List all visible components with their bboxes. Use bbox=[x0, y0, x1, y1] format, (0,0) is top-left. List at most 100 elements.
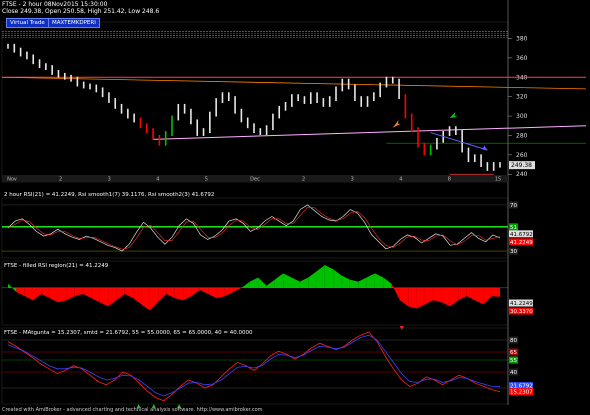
x-tick-label: 8 bbox=[448, 177, 451, 183]
filled-rsi-segment bbox=[174, 287, 184, 301]
filled-rsi-segment bbox=[449, 287, 459, 307]
filled-rsi-segment bbox=[41, 287, 50, 299]
signal-arrow-orange bbox=[392, 119, 401, 128]
filled-rsi-segment bbox=[91, 287, 100, 303]
filled-rsi-segment bbox=[349, 279, 359, 288]
filled-rsi-segment bbox=[291, 277, 300, 288]
filled-rsi-title: FTSE - filled RSI region(21) = 41.2249 bbox=[4, 263, 109, 269]
filled-rsi-segment bbox=[108, 287, 117, 307]
oscillator-title: FTSE - MAtgunta = 15.2307, smtd = 21.679… bbox=[4, 330, 253, 336]
signal-arrow-green bbox=[449, 112, 458, 118]
filled-rsi-value-label: 30.3370 bbox=[510, 309, 533, 315]
y-tick-label: 280 bbox=[516, 132, 528, 139]
panel-frame bbox=[1, 197, 509, 259]
filled-rsi-segment bbox=[74, 287, 84, 297]
filled-rsi-segment bbox=[166, 287, 175, 299]
y-tick-label: 360 bbox=[516, 55, 528, 62]
ohlc-readout: Close 249.38, Open 250.58, High 251.42, … bbox=[2, 8, 160, 15]
y-tick-label: 240 bbox=[516, 171, 528, 178]
x-tick-label: 4 bbox=[399, 177, 402, 183]
x-tick-label: Nov bbox=[7, 177, 17, 183]
filled-rsi-segment bbox=[316, 265, 325, 288]
oscillator-smooth-line bbox=[7, 334, 501, 397]
filled-rsi-segment bbox=[16, 287, 25, 297]
filled-rsi-segment bbox=[124, 287, 134, 299]
filled-rsi-segment bbox=[58, 287, 67, 303]
oscillator-level-label: 65 bbox=[510, 350, 517, 356]
filled-rsi-segment bbox=[324, 265, 334, 288]
filled-rsi-segment bbox=[333, 269, 342, 288]
rsi-level-label: 70 bbox=[510, 203, 517, 209]
filled-rsi-segment bbox=[224, 287, 234, 297]
filled-rsi-segment bbox=[458, 287, 467, 301]
filled-rsi-segment bbox=[49, 287, 59, 303]
filled-rsi-segment bbox=[391, 283, 400, 301]
filled-rsi-segment bbox=[399, 287, 409, 307]
filled-rsi-segment bbox=[216, 287, 225, 299]
filled-rsi-segment bbox=[149, 287, 159, 311]
filled-rsi-segment bbox=[491, 287, 500, 297]
filled-rsi-segment bbox=[258, 277, 267, 288]
filled-rsi-value-label: 41.2249 bbox=[510, 301, 533, 307]
projection-arrowhead bbox=[482, 145, 488, 151]
x-tick-label: 2 bbox=[59, 177, 62, 183]
rsi-level-label: 30 bbox=[510, 249, 517, 255]
filled-rsi-segment bbox=[24, 287, 34, 301]
filled-rsi-segment bbox=[133, 287, 142, 305]
filled-rsi-segment bbox=[299, 277, 309, 288]
panel-frame bbox=[1, 327, 509, 405]
filled-rsi-segment bbox=[416, 287, 425, 309]
chart-title: FTSE - 2 hour 08Nov2015 15:30:00 bbox=[2, 1, 108, 8]
oscillator-level-label: 55 bbox=[510, 358, 517, 364]
oscillator-level-label: 80 bbox=[510, 338, 517, 344]
oscillator-level-label: 40 bbox=[510, 370, 517, 376]
filled-rsi-segment bbox=[341, 275, 350, 288]
filled-rsi-segment bbox=[241, 281, 250, 288]
y-tick-label: 300 bbox=[516, 113, 528, 120]
rsi-line bbox=[7, 204, 501, 252]
filled-rsi-segment bbox=[249, 277, 259, 288]
filled-rsi-segment bbox=[466, 287, 475, 301]
filled-rsi-segment bbox=[433, 287, 442, 303]
filled-rsi-segment bbox=[183, 287, 192, 301]
y-tick-label: 320 bbox=[516, 94, 528, 101]
y-tick-label: 380 bbox=[516, 35, 528, 42]
x-tick-label: 2 bbox=[302, 177, 305, 183]
filled-rsi-segment bbox=[208, 287, 217, 299]
oscillator-line bbox=[7, 331, 501, 402]
last-price-label: 249.38 bbox=[511, 162, 532, 169]
filled-rsi-segment bbox=[33, 287, 42, 301]
filled-rsi-segment bbox=[283, 273, 292, 288]
filled-rsi-segment bbox=[158, 287, 167, 303]
filled-rsi-segment bbox=[233, 287, 242, 292]
filled-rsi-segment bbox=[266, 279, 275, 288]
indicator-button[interactable]: MAXTEMKDPERI bbox=[48, 18, 100, 28]
x-tick-label: 15 bbox=[495, 177, 501, 183]
filled-rsi-segment bbox=[116, 287, 125, 301]
filled-rsi-segment bbox=[474, 287, 484, 305]
filled-rsi-segment bbox=[366, 273, 375, 288]
filled-rsi-segment bbox=[441, 287, 450, 307]
x-tick-label: 5 bbox=[205, 177, 208, 183]
y-tick-label: 260 bbox=[516, 152, 528, 159]
filled-rsi-segment bbox=[274, 273, 284, 288]
filled-rsi-segment bbox=[99, 287, 109, 307]
rsi-smooth-line bbox=[7, 206, 501, 250]
filled-rsi-segment bbox=[383, 277, 392, 288]
filled-rsi-segment bbox=[308, 271, 317, 288]
rsi-level-label: 51 bbox=[510, 225, 517, 231]
x-tick-label: 3 bbox=[351, 177, 354, 183]
filled-rsi-segment bbox=[408, 287, 417, 309]
virtual-trade-button[interactable]: Virtual Trade bbox=[6, 18, 49, 28]
filled-rsi-segment bbox=[141, 287, 150, 311]
filled-rsi-segment bbox=[424, 287, 434, 305]
oscillator-value-label: 15.2307 bbox=[510, 390, 533, 396]
filled-rsi-segment bbox=[66, 287, 75, 301]
filled-rsi-segment bbox=[483, 287, 492, 305]
rsi-value-label: 41.6792 bbox=[510, 232, 533, 238]
x-tick-label: 4 bbox=[156, 177, 159, 183]
footer-credit: Created with AmiBroker - advanced charti… bbox=[2, 407, 263, 413]
panel-frame bbox=[1, 21, 509, 183]
rsi-value-label: 41.2249 bbox=[510, 240, 533, 246]
filled-rsi-segment bbox=[191, 287, 200, 297]
